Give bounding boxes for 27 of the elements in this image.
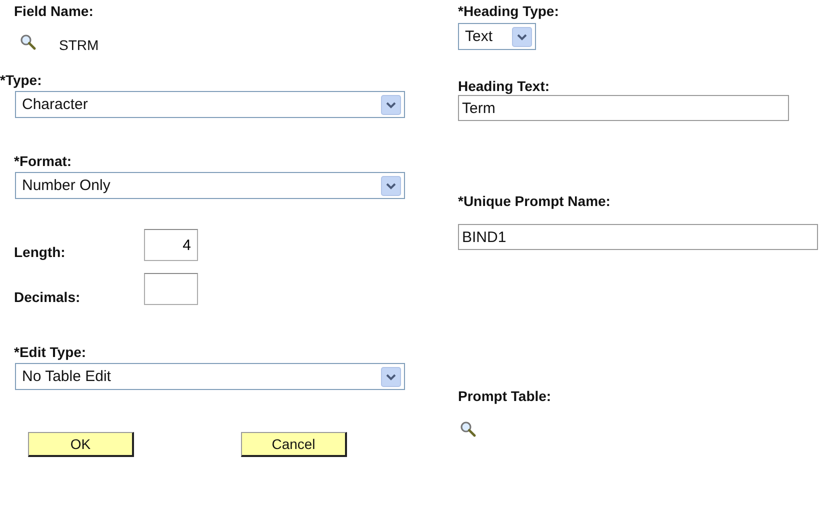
chevron-down-icon [381, 366, 401, 386]
heading-type-dropdown[interactable]: Text [458, 23, 536, 50]
edit-type-dropdown[interactable]: No Table Edit [15, 363, 405, 390]
ok-button[interactable]: OK [28, 432, 134, 457]
search-icon[interactable] [20, 34, 36, 50]
field-value: STRM [59, 37, 99, 53]
field-label: Field Name: [14, 3, 94, 20]
chevron-down-icon [381, 94, 401, 114]
field-label: *Unique Prompt Name: [458, 193, 610, 210]
chevron-down-icon [512, 26, 532, 46]
field-label: Heading Text: [458, 78, 550, 95]
field-label: *Format: [14, 153, 72, 170]
cancel-button[interactable]: Cancel [241, 432, 347, 457]
format-dropdown[interactable]: Number Only [15, 172, 405, 199]
field-label: *Heading Type: [458, 3, 559, 20]
heading-text-field[interactable]: Term [458, 95, 789, 121]
prompt-name-field[interactable]: BIND1 [458, 224, 818, 250]
field-label: Length: [14, 244, 66, 260]
field-label: *Type: [0, 72, 42, 89]
decimals-field[interactable] [144, 272, 198, 304]
chevron-down-icon [381, 176, 401, 196]
type-dropdown[interactable]: Character [15, 91, 405, 118]
field-label: Decimals: [14, 289, 82, 306]
length-field[interactable]: 4 [144, 229, 198, 261]
field-label: *Edit Type: [14, 344, 86, 361]
search-icon[interactable] [460, 421, 476, 437]
field-label: Prompt Table: [458, 388, 552, 405]
